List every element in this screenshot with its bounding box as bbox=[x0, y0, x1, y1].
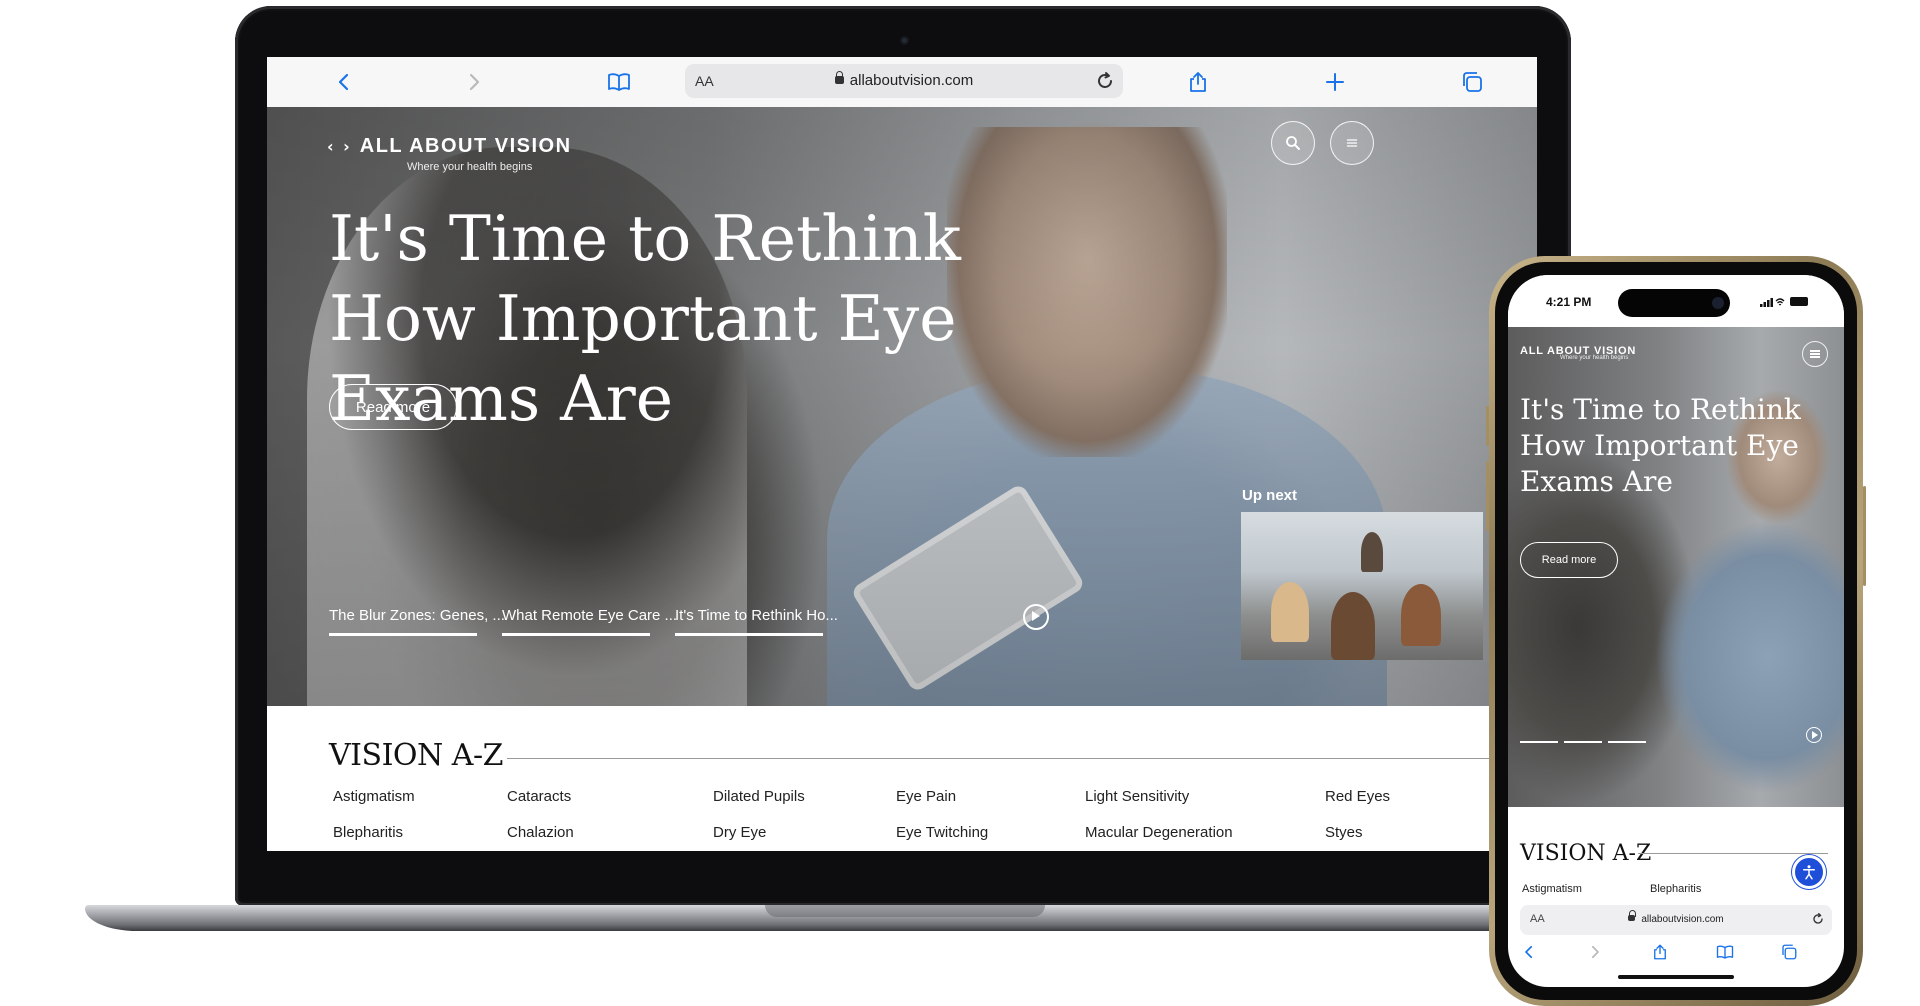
forward-icon[interactable] bbox=[1586, 943, 1606, 963]
read-more-button[interactable]: Read more bbox=[329, 384, 457, 430]
share-icon[interactable] bbox=[1183, 67, 1213, 97]
lock-icon bbox=[834, 71, 844, 84]
phone-safari-toolbar bbox=[1508, 939, 1844, 969]
hamburger-icon bbox=[1346, 139, 1358, 147]
divider bbox=[507, 758, 1492, 759]
bookmarks-icon[interactable] bbox=[1716, 943, 1736, 963]
hero-tab[interactable]: It's Time to Rethink Ho... bbox=[675, 607, 838, 624]
hero-tab[interactable]: The Blur Zones: Genes, ... bbox=[329, 607, 505, 624]
tabs-overview-icon[interactable] bbox=[1780, 943, 1800, 963]
url-display: allaboutvision.com bbox=[1520, 910, 1832, 925]
thumbnail-figure bbox=[1401, 584, 1441, 646]
phone-side-button bbox=[1486, 406, 1489, 446]
up-next-label: Up next bbox=[1242, 487, 1298, 504]
url-display: allaboutvision.com bbox=[685, 71, 1123, 89]
up-next-thumbnail[interactable] bbox=[1241, 512, 1483, 660]
hero-title: It's Time to Rethink How Important Eye E… bbox=[1520, 393, 1801, 498]
back-icon[interactable] bbox=[1520, 943, 1540, 963]
signal-wifi-icon bbox=[1760, 298, 1785, 307]
play-icon[interactable] bbox=[1023, 604, 1049, 630]
carousel-indicator[interactable] bbox=[1520, 741, 1558, 743]
vision-az-link[interactable]: Light Sensitivity bbox=[1085, 788, 1189, 805]
vision-az-link[interactable]: Blepharitis bbox=[333, 824, 403, 841]
vision-az-link[interactable]: Eye Twitching bbox=[896, 824, 988, 841]
phone-side-button bbox=[1863, 486, 1866, 586]
address-bar[interactable]: AA allaboutvision.com bbox=[1520, 905, 1832, 935]
vision-az-link[interactable]: Astigmatism bbox=[333, 788, 415, 805]
lock-icon bbox=[1628, 910, 1637, 921]
vision-az-link[interactable]: Cataracts bbox=[507, 788, 571, 805]
site-logo[interactable]: ALL ABOUT VISION Where your health begin… bbox=[1520, 341, 1636, 361]
vision-az-section: VISION A-Z Astigmatism Cataracts Dilated… bbox=[267, 706, 1537, 851]
vision-az-link[interactable]: Dry Eye bbox=[713, 824, 766, 841]
status-time: 4:21 PM bbox=[1546, 295, 1592, 309]
phone-frame: 4:21 PM ALL ABOUT VISION Where your heal… bbox=[1486, 256, 1866, 1006]
front-camera bbox=[1712, 297, 1724, 309]
accessibility-button[interactable] bbox=[1792, 855, 1826, 889]
phone-side-button bbox=[1486, 461, 1489, 531]
search-icon bbox=[1286, 136, 1300, 150]
logo-arrows-icon: ‹ › bbox=[327, 137, 352, 156]
thumbnail-figure bbox=[1271, 582, 1309, 642]
vision-az-link[interactable]: Styes bbox=[1325, 824, 1363, 841]
new-tab-icon[interactable] bbox=[1320, 67, 1350, 97]
address-bar[interactable]: AA allaboutvision.com bbox=[685, 64, 1123, 98]
logo-tagline: Where your health begins bbox=[407, 161, 533, 173]
carousel-indicator[interactable] bbox=[1564, 741, 1602, 743]
vision-az-title: VISION A-Z bbox=[1520, 841, 1652, 866]
tabs-overview-icon[interactable] bbox=[1457, 67, 1487, 97]
accessibility-icon bbox=[1803, 865, 1815, 880]
hero-tab[interactable]: What Remote Eye Care ... bbox=[502, 607, 677, 624]
vision-az-link[interactable]: Red Eyes bbox=[1325, 788, 1390, 805]
hero-tab-underline bbox=[329, 633, 477, 636]
hero-carousel-tabs: The Blur Zones: Genes, ... What Remote E… bbox=[329, 607, 969, 637]
phone-status-bar: 4:21 PM bbox=[1508, 275, 1844, 327]
hero-tab-underline bbox=[675, 633, 823, 636]
share-icon[interactable] bbox=[1651, 943, 1671, 963]
hamburger-icon[interactable] bbox=[1802, 341, 1828, 367]
url-text: allaboutvision.com bbox=[849, 72, 974, 89]
thumbnail-figure bbox=[1331, 592, 1375, 660]
laptop-screen: AA allaboutvision.com ‹ › ALL ABOUT VISIO… bbox=[267, 57, 1537, 851]
back-icon[interactable] bbox=[329, 67, 359, 97]
safari-toolbar: AA allaboutvision.com bbox=[267, 57, 1537, 108]
search-button[interactable] bbox=[1271, 121, 1315, 165]
url-text: allaboutvision.com bbox=[1641, 914, 1724, 925]
divider bbox=[1638, 853, 1828, 854]
vision-az-link[interactable]: Macular Degeneration bbox=[1085, 824, 1233, 841]
forward-icon[interactable] bbox=[459, 67, 489, 97]
laptop-hinge-notch bbox=[765, 905, 1045, 917]
vision-az-link[interactable]: Chalazion bbox=[507, 824, 574, 841]
carousel-indicator[interactable] bbox=[1608, 741, 1646, 743]
logo-name: ALL ABOUT VISION bbox=[359, 135, 572, 157]
bookmarks-icon[interactable] bbox=[604, 67, 634, 97]
phone-screen: 4:21 PM ALL ABOUT VISION Where your heal… bbox=[1508, 275, 1844, 987]
thumbnail-figure bbox=[1361, 532, 1383, 572]
hero-tab-underline bbox=[502, 633, 650, 636]
vision-az-link[interactable]: Astigmatism bbox=[1522, 883, 1582, 895]
phone-hero-section: ALL ABOUT VISION Where your health begin… bbox=[1508, 327, 1844, 807]
vision-az-link[interactable]: Blepharitis bbox=[1650, 883, 1701, 895]
home-indicator[interactable] bbox=[1618, 975, 1734, 979]
read-more-button[interactable]: Read more bbox=[1520, 542, 1618, 578]
vision-az-link[interactable]: Dilated Pupils bbox=[713, 788, 805, 805]
battery-icon bbox=[1790, 297, 1808, 306]
vision-az-link[interactable]: Eye Pain bbox=[896, 788, 956, 805]
play-icon[interactable] bbox=[1806, 727, 1822, 743]
hero-section: ‹ › ALL ABOUT VISION Where your health be… bbox=[267, 107, 1537, 706]
site-logo[interactable]: ‹ › ALL ABOUT VISION Where your health be… bbox=[327, 135, 572, 173]
logo-tagline: Where your health begins bbox=[1560, 355, 1629, 361]
vision-az-title: VISION A-Z bbox=[329, 738, 503, 773]
menu-button[interactable] bbox=[1330, 121, 1374, 165]
reload-icon[interactable] bbox=[1810, 911, 1826, 927]
laptop-camera bbox=[900, 36, 909, 45]
phone-bezel: 4:21 PM ALL ABOUT VISION Where your heal… bbox=[1495, 262, 1857, 1000]
reload-icon[interactable] bbox=[1093, 69, 1117, 93]
